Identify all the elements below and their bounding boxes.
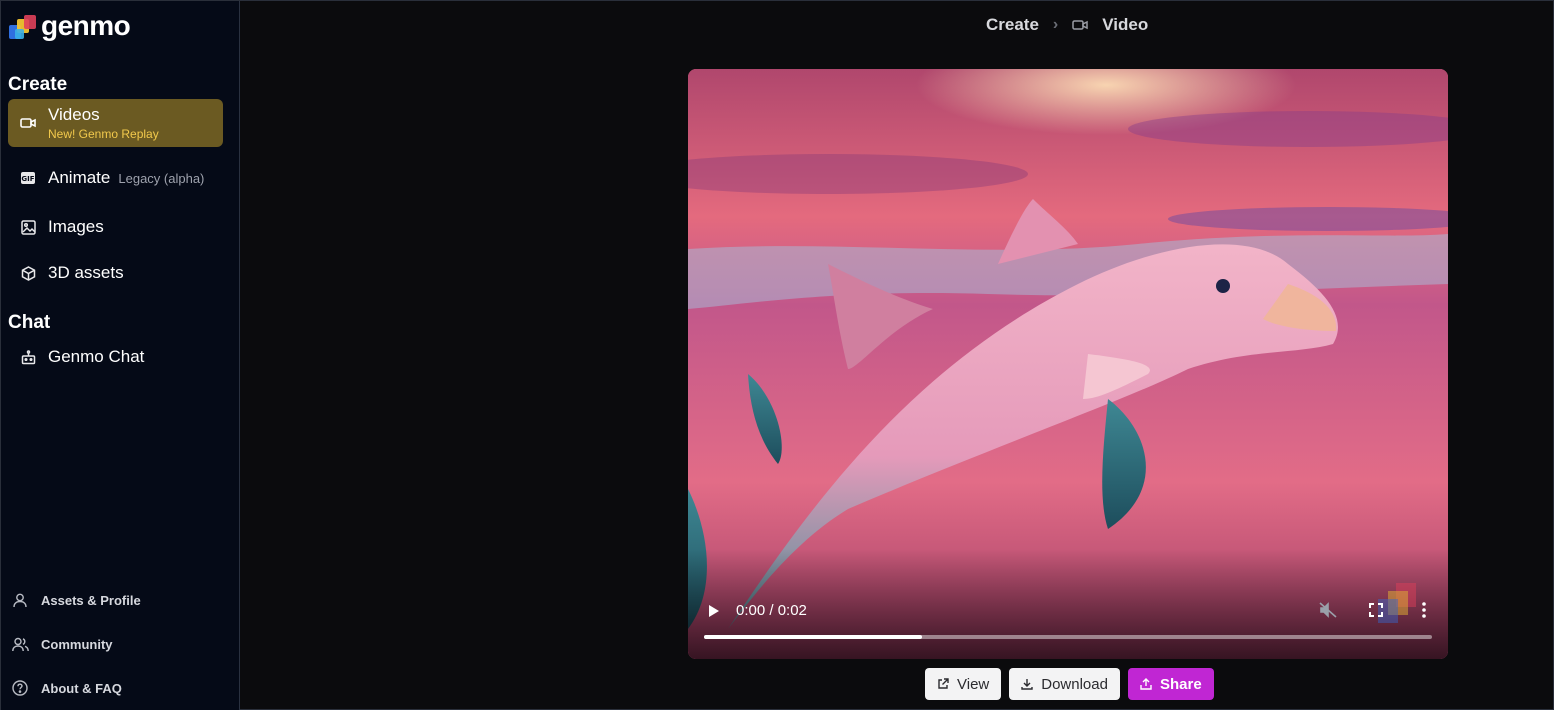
breadcrumb: Create › Video: [986, 15, 1148, 35]
gif-icon: GIF: [8, 171, 48, 185]
new-feature-badge: New! Genmo Replay: [48, 127, 159, 141]
sidebar-item-label: Images: [48, 217, 104, 236]
sidebar-item-videos[interactable]: Videos New! Genmo Replay: [8, 99, 223, 147]
sidebar-item-label: Animate: [48, 168, 111, 187]
robot-icon: [8, 349, 48, 365]
view-button-label: View: [957, 675, 990, 693]
video-icon: [1072, 19, 1088, 31]
video-icon: [8, 116, 48, 130]
share-button-label: Share: [1159, 675, 1202, 693]
sidebar-footer-about-faq[interactable]: About & FAQ: [11, 679, 122, 697]
play-button[interactable]: [704, 600, 724, 622]
download-button[interactable]: Download: [1009, 668, 1120, 700]
breadcrumb-create[interactable]: Create: [986, 15, 1039, 35]
help-icon: [11, 679, 29, 697]
breadcrumb-current: Video: [1102, 15, 1149, 34]
download-button-label: Download: [1041, 675, 1108, 693]
progress-fill: [704, 635, 923, 639]
sidebar-item-3d-assets[interactable]: 3D assets: [8, 258, 223, 288]
external-link-icon: [937, 678, 949, 690]
video-player[interactable]: 0:00 / 0:02: [688, 69, 1448, 659]
progress-bar[interactable]: [704, 635, 1432, 639]
sidebar-footer-community[interactable]: Community: [11, 635, 113, 653]
sidebar-item-label: 3D assets: [48, 263, 124, 282]
genmo-logo-mark: [7, 13, 37, 43]
mute-icon[interactable]: [1317, 599, 1339, 621]
view-button[interactable]: View: [925, 668, 1002, 700]
chat-section-title: Chat: [8, 312, 51, 333]
sidebar: genmo Create Videos New! Genmo Replay GI…: [1, 1, 240, 710]
brand-name: genmo: [41, 10, 131, 41]
image-icon: [8, 219, 48, 235]
fullscreen-icon[interactable]: [1365, 599, 1387, 621]
footer-item-label: About & FAQ: [41, 680, 122, 696]
sidebar-item-label: Genmo Chat: [48, 347, 145, 366]
sidebar-item-label: Videos: [48, 105, 100, 124]
sidebar-item-animate[interactable]: GIF Animate Legacy (alpha): [8, 163, 223, 193]
svg-text:GIF: GIF: [21, 175, 34, 183]
users-icon: [11, 635, 29, 653]
app-window: genmo Create Videos New! Genmo Replay GI…: [0, 0, 1554, 710]
create-section-title: Create: [8, 74, 68, 95]
share-icon: [1140, 678, 1152, 690]
footer-item-label: Assets & Profile: [41, 592, 141, 608]
sidebar-footer-assets-profile[interactable]: Assets & Profile: [11, 591, 141, 609]
user-icon: [11, 591, 29, 609]
video-actions: View Download Share: [925, 668, 1214, 700]
more-options-icon[interactable]: [1413, 599, 1435, 621]
sidebar-item-genmo-chat[interactable]: Genmo Chat: [8, 342, 223, 372]
genmo-logo[interactable]: genmo: [7, 10, 131, 43]
cube-icon: [8, 265, 48, 281]
share-button[interactable]: Share: [1127, 668, 1214, 700]
breadcrumb-separator: ›: [1052, 16, 1059, 33]
legacy-tag: Legacy (alpha): [118, 170, 205, 186]
sidebar-item-images[interactable]: Images: [8, 212, 223, 242]
download-icon: [1021, 678, 1033, 690]
footer-item-label: Community: [41, 636, 113, 652]
time-display: 0:00 / 0:02: [736, 602, 807, 619]
